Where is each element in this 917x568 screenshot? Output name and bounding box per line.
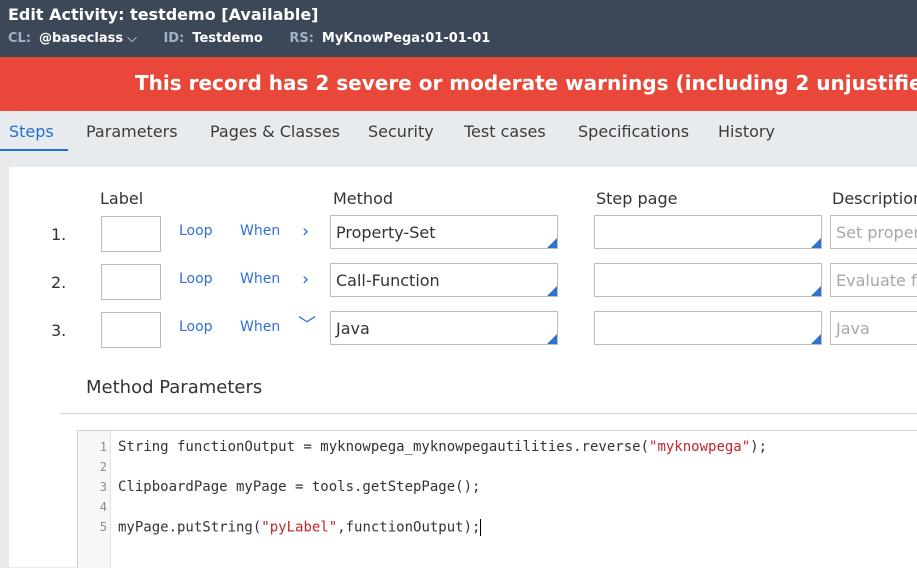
autocomplete-triangle-icon (811, 238, 821, 248)
step-number: 2. (51, 273, 67, 292)
when-link[interactable]: When (240, 319, 280, 335)
line-number: 2 (99, 460, 107, 474)
column-header-step-page: Step page (596, 189, 678, 208)
code-text: ,functionOutput); (337, 519, 481, 536)
rs-label: RS: (289, 31, 314, 46)
chevron-down-icon[interactable]: ⌵ (127, 31, 137, 46)
text-caret (480, 519, 482, 536)
record-meta: CL: @baseclass ⌵ ID: Testdemo RS: MyKnowPega… (8, 31, 512, 46)
steps-panel: Label Method Step page Description 1. Lo… (9, 167, 917, 568)
divider (60, 413, 917, 414)
method-field[interactable]: Call-Function (330, 263, 558, 297)
column-header-description: Description (832, 189, 917, 208)
method-field[interactable]: Property-Set (330, 215, 558, 249)
tab-bar: Steps Parameters Pages & Classes Securit… (0, 111, 917, 151)
line-number: 1 (99, 440, 107, 454)
tab-test-cases[interactable]: Test cases (464, 122, 546, 141)
code-line[interactable]: String functionOutput = myknowpega_mykno… (118, 439, 767, 455)
method-parameters-title: Method Parameters (86, 377, 263, 398)
java-code-editor[interactable]: 1 2 3 4 5 String functionOutput = myknow… (77, 430, 917, 568)
method-value: Call-Function (336, 271, 440, 290)
step-label-input[interactable] (101, 264, 161, 300)
description-value: Java (836, 319, 870, 338)
line-number: 5 (99, 520, 107, 534)
description-field[interactable]: Set properties (830, 215, 917, 249)
code-string: "pyLabel" (261, 519, 338, 536)
step-page-field[interactable] (594, 215, 822, 249)
method-field[interactable]: Java (330, 311, 558, 345)
loop-link[interactable]: Loop (179, 271, 213, 287)
id-label: ID: (163, 31, 185, 46)
code-text: myPage.putString( (118, 519, 262, 536)
class-selector[interactable]: @baseclass ⌵ (39, 31, 137, 46)
code-text: ); (750, 439, 768, 455)
step-page-field[interactable] (594, 263, 822, 297)
id-value: Testdemo (192, 31, 263, 46)
step-label-input[interactable] (101, 312, 161, 348)
line-number: 3 (99, 480, 107, 494)
warning-text: This record has 2 severe or moderate war… (135, 71, 917, 95)
cl-label: CL: (8, 31, 32, 46)
autocomplete-triangle-icon (547, 334, 557, 344)
when-link[interactable]: When (240, 223, 280, 239)
step-page-field[interactable] (594, 311, 822, 345)
method-value: Java (336, 319, 370, 338)
autocomplete-triangle-icon (547, 238, 557, 248)
autocomplete-triangle-icon (547, 286, 557, 296)
tab-specifications[interactable]: Specifications (578, 122, 689, 141)
description-field[interactable]: Java (830, 311, 917, 345)
line-number: 4 (99, 500, 107, 514)
ruleset-value: MyKnowPega:01-01-01 (321, 31, 491, 46)
expand-chevron-icon[interactable]: › (302, 271, 309, 289)
description-value: Set properties (836, 223, 917, 242)
collapse-chevron-icon[interactable]: ﹀ (298, 317, 316, 335)
tab-pages-classes[interactable]: Pages & Classes (210, 122, 340, 141)
code-text: String functionOutput = myknowpega_mykno… (118, 439, 650, 455)
autocomplete-triangle-icon (811, 286, 821, 296)
loop-link[interactable]: Loop (179, 319, 213, 335)
warning-banner: This record has 2 severe or moderate war… (0, 57, 917, 111)
header-bar: Edit Activity: testdemo [Available] CL: @… (0, 0, 917, 57)
expand-chevron-icon[interactable]: › (302, 223, 309, 241)
loop-link[interactable]: Loop (179, 223, 213, 239)
description-value: Evaluate function (836, 271, 917, 290)
autocomplete-triangle-icon (811, 334, 821, 344)
active-tab-indicator (0, 149, 68, 151)
tab-parameters[interactable]: Parameters (86, 122, 178, 141)
code-line[interactable]: myPage.putString("pyLabel",functionOutpu… (118, 519, 482, 536)
step-label-input[interactable] (101, 216, 161, 252)
method-value: Property-Set (336, 223, 436, 242)
code-text: ClipboardPage myPage = tools.getStepPage… (118, 479, 481, 495)
when-link[interactable]: When (240, 271, 280, 287)
code-line[interactable]: ClipboardPage myPage = tools.getStepPage… (118, 479, 480, 495)
code-string: "myknowpega" (649, 439, 751, 455)
tab-history[interactable]: History (718, 122, 775, 141)
page-title: Edit Activity: testdemo [Available] (8, 5, 319, 24)
class-value[interactable]: @baseclass (39, 31, 123, 46)
step-number: 3. (51, 321, 67, 340)
column-header-label: Label (100, 189, 144, 208)
tab-steps[interactable]: Steps (9, 122, 54, 141)
column-header-method: Method (333, 189, 394, 208)
line-number-gutter: 1 2 3 4 5 (78, 431, 111, 568)
tab-security[interactable]: Security (368, 122, 434, 141)
description-field[interactable]: Evaluate function (830, 263, 917, 297)
step-number: 1. (51, 225, 67, 244)
